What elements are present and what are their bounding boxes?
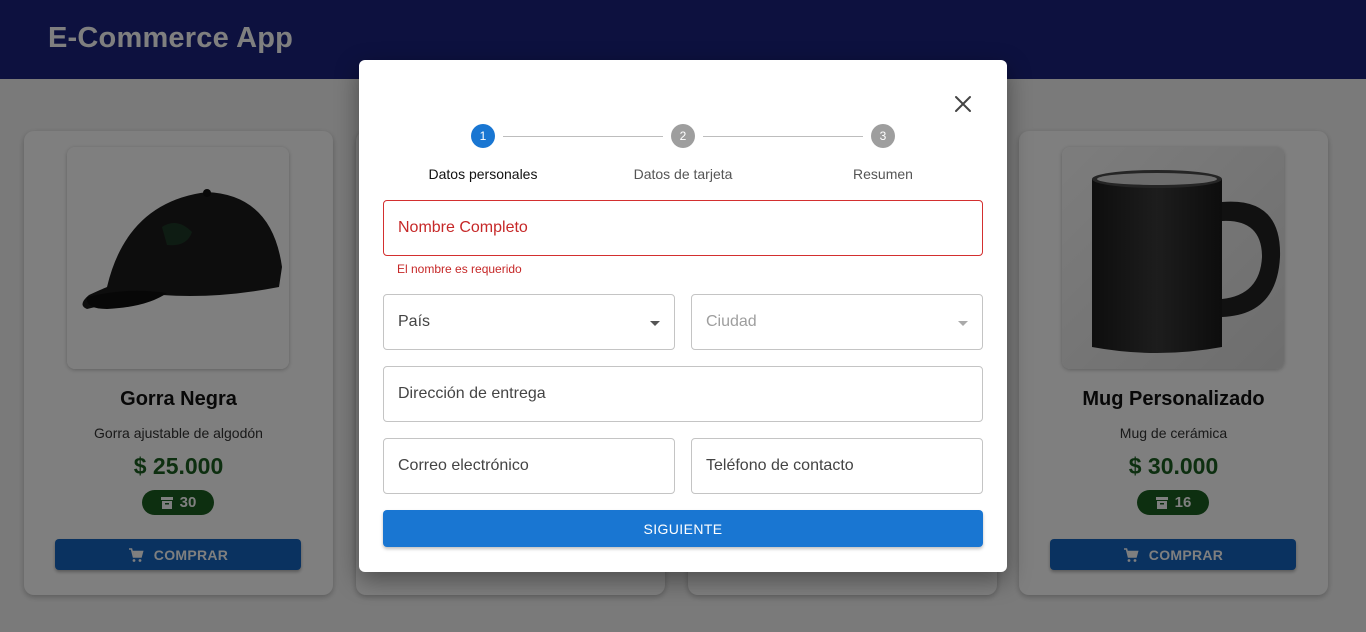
step-3-icon: 3	[871, 124, 895, 148]
checkout-dialog: 1 2 3 Datos personales Datos de tarjeta …	[359, 60, 1007, 572]
country-label: País	[398, 313, 431, 330]
city-select: Ciudad	[691, 294, 983, 350]
step-connector	[703, 136, 863, 137]
email-label: Correo electrónico	[398, 457, 529, 474]
step-2-icon: 2	[671, 124, 695, 148]
caret-down-icon	[958, 321, 968, 326]
next-button[interactable]: SIGUIENTE	[383, 510, 983, 547]
step-2-label: Datos de tarjeta	[633, 166, 733, 182]
step-connector	[503, 136, 663, 137]
phone-field[interactable]: Teléfono de contacto	[691, 438, 983, 494]
full-name-field[interactable]: Nombre Completo	[383, 200, 983, 256]
step-1-icon: 1	[471, 124, 495, 148]
address-label: Dirección de entrega	[398, 385, 546, 402]
email-field[interactable]: Correo electrónico	[383, 438, 675, 494]
full-name-error: El nombre es requerido	[397, 262, 522, 276]
full-name-label: Nombre Completo	[398, 219, 528, 236]
close-icon	[955, 96, 971, 112]
caret-down-icon	[650, 321, 660, 326]
city-label: Ciudad	[706, 313, 757, 330]
step-1-label: Datos personales	[428, 166, 538, 182]
phone-label: Teléfono de contacto	[706, 457, 854, 474]
close-button[interactable]	[951, 92, 975, 116]
address-field[interactable]: Dirección de entrega	[383, 366, 983, 422]
step-3-label: Resumen	[853, 166, 913, 182]
country-select[interactable]: País	[383, 294, 675, 350]
